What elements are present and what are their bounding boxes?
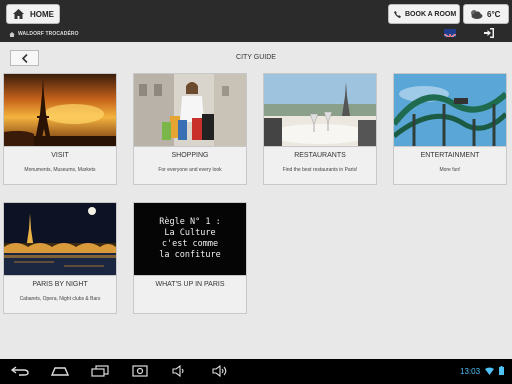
card-entertainment[interactable]: ENTERTAINMENT More fun! (393, 73, 507, 185)
home-small-icon (9, 31, 15, 37)
recent-apps-icon[interactable] (90, 364, 110, 378)
card-separator (264, 146, 376, 147)
cloud-sun-icon (471, 10, 483, 19)
weather-temperature: 6°C (487, 9, 501, 19)
card-title: VISIT (51, 152, 69, 159)
hotel-breadcrumb: WALDORF TROCADÉRO (9, 31, 79, 37)
home-label: HOME (30, 9, 54, 19)
quote-line: c'est comme (161, 239, 219, 249)
home-nav-icon[interactable] (50, 364, 70, 378)
card-shopping[interactable]: SHOPPING For everyone and every look (133, 73, 247, 185)
page-title: CITY GUIDE (236, 54, 276, 61)
card-restaurants[interactable]: RESTAURANTS Find the best restaurants in… (263, 73, 377, 185)
battery-icon (499, 366, 504, 375)
card-subtitle: Monuments, Museums, Markets (24, 167, 96, 173)
restaurant-terrace-image (264, 74, 376, 146)
screenshot-icon[interactable] (130, 364, 150, 378)
card-title: PARIS BY NIGHT (32, 281, 88, 288)
quote-line: la confiture (159, 250, 221, 260)
card-visit[interactable]: VISIT Monuments, Museums, Markets (3, 73, 117, 185)
card-title: WHAT'S UP IN PARIS (155, 281, 225, 288)
card-separator (4, 146, 116, 147)
quote-line: Règle N° 1 : (159, 217, 221, 227)
weather-button[interactable]: 6°C (463, 4, 509, 24)
wifi-icon (485, 367, 494, 375)
card-paris-by-night[interactable]: PARIS BY NIGHT Cabarets, Opera, Night cl… (3, 202, 117, 314)
shopping-woman-image (134, 74, 246, 146)
book-room-button[interactable]: BOOK A ROOM (388, 4, 460, 24)
rollercoaster-image (394, 74, 506, 146)
uk-flag-language-icon[interactable] (444, 29, 456, 37)
eiffel-sunset-image (4, 74, 116, 146)
volume-down-icon[interactable] (170, 364, 190, 378)
phone-icon (394, 10, 401, 18)
card-subtitle: Find the best restaurants in Paris! (282, 167, 358, 173)
quote-line: La Culture (164, 228, 216, 238)
volume-up-icon[interactable] (210, 364, 230, 378)
card-subtitle: For everyone and every look (158, 167, 222, 173)
card-subtitle: Cabarets, Opera, Night clubs & Bars (19, 296, 101, 302)
home-icon (13, 9, 24, 19)
android-nav-bar: 13:03 (0, 359, 512, 384)
card-separator (134, 146, 246, 147)
card-title: RESTAURANTS (294, 152, 346, 159)
card-separator (4, 275, 116, 276)
card-title: ENTERTAINMENT (420, 152, 480, 159)
hotel-name: WALDORF TROCADÉRO (18, 31, 79, 37)
card-title: SHOPPING (171, 152, 209, 159)
top-header: HOME BOOK A ROOM 6°C WALDORF TROCADÉRO (0, 0, 512, 42)
home-button[interactable]: HOME (6, 4, 60, 24)
back-nav-icon[interactable] (10, 364, 30, 378)
card-whats-up-in-paris[interactable]: Règle N° 1 : La Culture c'est comme la c… (133, 202, 247, 314)
card-separator (134, 275, 246, 276)
card-subtitle: More fun! (439, 167, 461, 173)
paris-night-image (4, 203, 116, 275)
card-separator (394, 146, 506, 147)
status-clock: 13:03 (460, 367, 481, 376)
logout-icon[interactable] (484, 28, 495, 38)
culture-quote-image: Règle N° 1 : La Culture c'est comme la c… (134, 203, 246, 275)
book-room-label: BOOK A ROOM (405, 10, 457, 18)
